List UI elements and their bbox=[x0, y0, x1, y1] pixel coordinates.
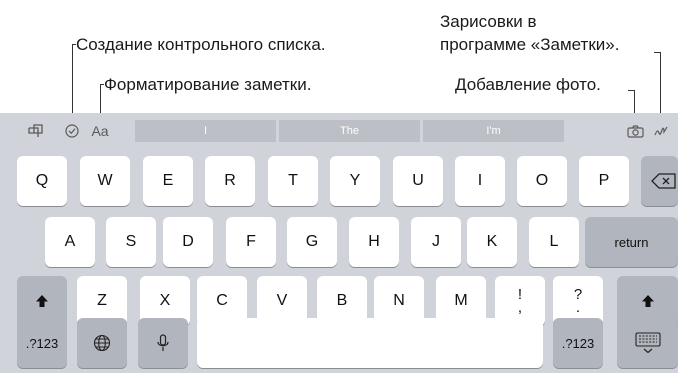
key-o[interactable]: O bbox=[517, 156, 567, 206]
key-y[interactable]: Y bbox=[330, 156, 380, 206]
key-p[interactable]: P bbox=[579, 156, 629, 206]
shift-icon bbox=[641, 295, 654, 307]
hide-keyboard-button[interactable] bbox=[617, 318, 678, 368]
key-e[interactable]: E bbox=[143, 156, 193, 206]
key-k[interactable]: K bbox=[467, 217, 517, 267]
key-h[interactable]: H bbox=[349, 217, 399, 267]
return-button[interactable]: return bbox=[585, 217, 678, 267]
suggestion-2[interactable]: The bbox=[279, 120, 420, 142]
globe-icon bbox=[93, 334, 111, 352]
callout-checklist: Создание контрольного списка. bbox=[76, 35, 326, 54]
dictation-button[interactable] bbox=[138, 318, 188, 368]
globe-button[interactable] bbox=[77, 318, 127, 368]
key-i[interactable]: I bbox=[455, 156, 505, 206]
numbers-right-button[interactable]: .?123 bbox=[553, 318, 603, 368]
key-f[interactable]: F bbox=[226, 217, 276, 267]
key-bottom-char: , bbox=[517, 299, 523, 316]
leader-checklist-v bbox=[72, 44, 73, 118]
sketch-icon[interactable] bbox=[651, 121, 671, 141]
space-bar[interactable] bbox=[197, 318, 543, 368]
key-bottom-char: . bbox=[575, 299, 581, 316]
format-text-button[interactable]: Aa bbox=[88, 121, 112, 141]
key-j[interactable]: J bbox=[411, 217, 461, 267]
key-d[interactable]: D bbox=[163, 217, 213, 267]
key-r[interactable]: R bbox=[205, 156, 255, 206]
suggestion-3[interactable]: I'm bbox=[423, 120, 564, 142]
callout-format: Форматирование заметки. bbox=[104, 75, 312, 94]
shift-icon bbox=[36, 295, 48, 307]
key-s[interactable]: S bbox=[106, 217, 156, 267]
key-w[interactable]: W bbox=[80, 156, 130, 206]
key-t[interactable]: T bbox=[268, 156, 318, 206]
key-a[interactable]: A bbox=[45, 217, 95, 267]
keyboard: Aa I The I'm Q W E R T Y U I O P A S D F… bbox=[0, 113, 678, 373]
delete-button[interactable] bbox=[641, 156, 678, 206]
numbers-left-button[interactable]: .?123 bbox=[17, 318, 67, 368]
key-g[interactable]: G bbox=[287, 217, 337, 267]
callout-sketch-line2: программе «Заметки». bbox=[440, 35, 620, 54]
suggestion-1[interactable]: I bbox=[135, 120, 276, 142]
backspace-icon bbox=[651, 173, 676, 189]
key-l[interactable]: L bbox=[529, 217, 579, 267]
callout-sketch-line1: Зарисовки в bbox=[440, 12, 537, 31]
callout-photo: Добавление фото. bbox=[455, 75, 601, 94]
microphone-icon bbox=[157, 334, 169, 351]
table-icon[interactable] bbox=[27, 121, 45, 141]
hide-keyboard-icon bbox=[634, 332, 661, 354]
leader-sketch-v bbox=[660, 52, 661, 118]
checklist-icon[interactable] bbox=[63, 121, 81, 141]
camera-icon[interactable] bbox=[625, 121, 645, 141]
key-q[interactable]: Q bbox=[17, 156, 67, 206]
key-u[interactable]: U bbox=[393, 156, 443, 206]
quicktype-bar: Aa I The I'm bbox=[0, 113, 678, 149]
